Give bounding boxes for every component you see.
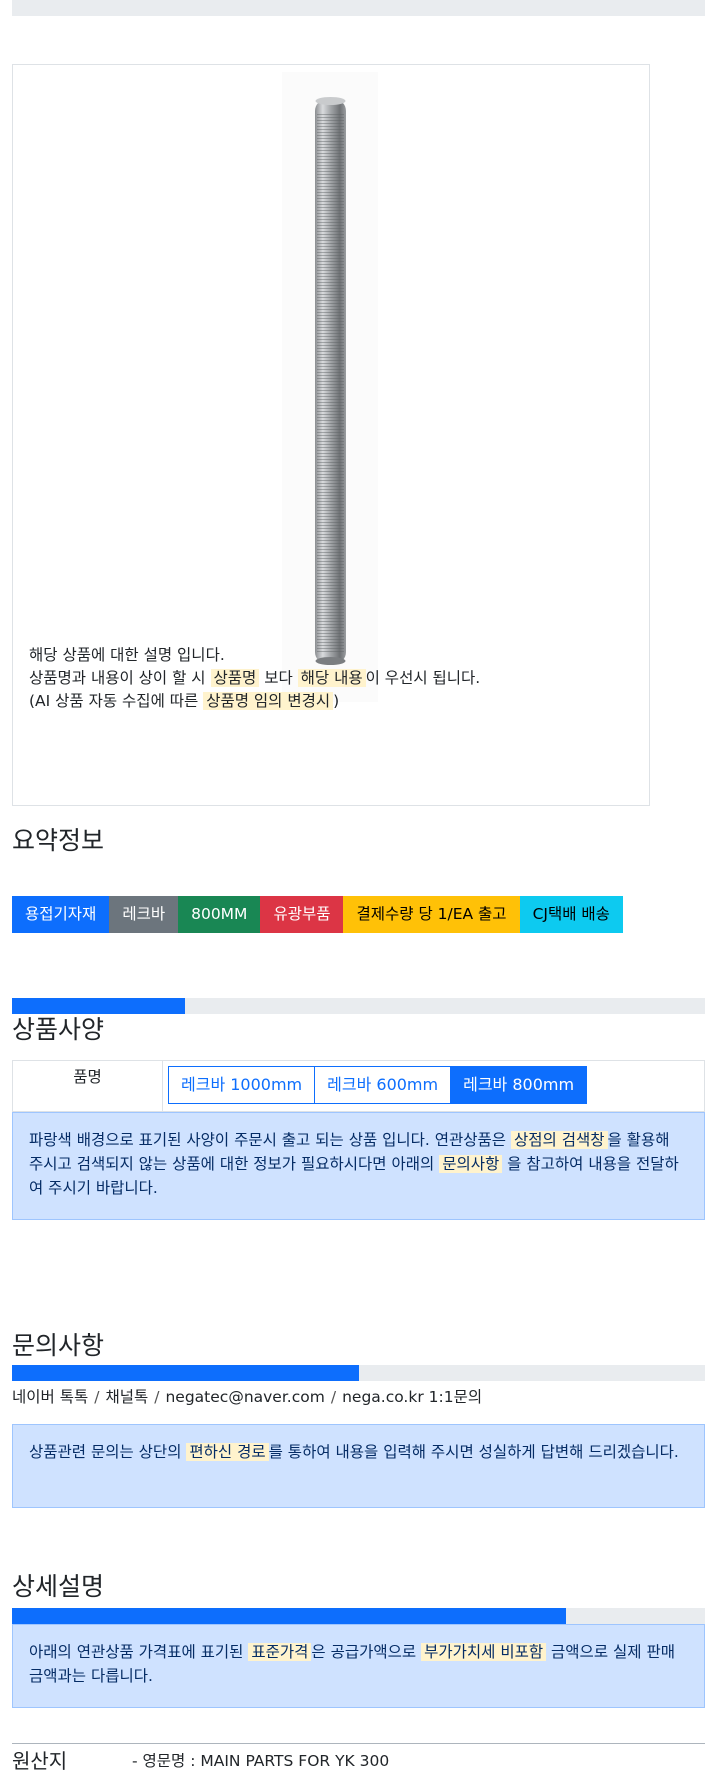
highlight: 상품명 xyxy=(210,669,260,687)
product-description-line-3: (AI 상품 자동 수집에 따른 상품명 임의 변경시) xyxy=(29,692,340,710)
detail-progress-fill xyxy=(12,1608,567,1624)
contact-channeltalk[interactable]: 채널톡 xyxy=(105,1388,148,1406)
product-description-line-1: 해당 상품에 대한 설명 입니다. xyxy=(29,646,225,664)
spec-option-1000mm[interactable]: 레크바 1000mm xyxy=(168,1066,316,1104)
highlight: 문의사항 xyxy=(439,1155,503,1173)
badge-shipping: CJ택배 배송 xyxy=(519,896,623,933)
inquiry-notice: 상품관련 문의는 상단의 편하신 경로 를 통하여 내용을 입력해 주시면 성실하… xyxy=(12,1424,705,1508)
spec-name-label: 품명 xyxy=(13,1061,163,1111)
spec-option-800mm[interactable]: 레크바 800mm xyxy=(450,1066,588,1104)
badge-finish: 유광부품 xyxy=(260,896,344,933)
top-progress-track xyxy=(12,0,705,16)
contact-email[interactable]: negatec@naver.com xyxy=(165,1388,324,1406)
highlight: 상품명 임의 변경시 xyxy=(203,692,334,710)
detail-title: 상세설명 xyxy=(12,1572,105,1601)
spec-title: 상품사양 xyxy=(12,1015,105,1044)
summary-badges: 용접기자재 레크바 800MM 유광부품 결제수량 당 1/EA 출고 CJ택배… xyxy=(12,896,623,933)
spec-options: 레크바 1000mm 레크바 600mm 레크바 800mm xyxy=(168,1066,588,1104)
product-description-line-2: 상품명과 내용이 상이 할 시 상품명 보다 해당 내용 이 우선시 됩니다. xyxy=(29,669,481,687)
origin-value: - 영문명 : MAIN PARTS FOR YK 300 xyxy=(132,1752,390,1770)
contact-website-inquiry[interactable]: nega.co.kr 1:1문의 xyxy=(342,1388,482,1406)
badge-product-type: 레크바 xyxy=(109,896,179,933)
inquiry-title: 문의사항 xyxy=(12,1331,105,1360)
spec-option-600mm[interactable]: 레크바 600mm xyxy=(314,1066,452,1104)
highlight: 표준가격 xyxy=(248,1643,312,1661)
spec-table: 품명 레크바 1000mm 레크바 600mm 레크바 800mm xyxy=(12,1060,705,1112)
highlight: 부가가치세 비포함 xyxy=(421,1643,547,1661)
spec-progress-fill xyxy=(12,998,186,1014)
inquiry-progress-fill xyxy=(12,1365,359,1381)
origin-divider xyxy=(12,1743,705,1744)
badge-length: 800MM xyxy=(178,896,261,933)
spec-progress-bar xyxy=(12,998,705,1014)
highlight: 해당 내용 xyxy=(297,669,366,687)
origin-label: 원산지 xyxy=(12,1749,68,1773)
badge-category: 용접기자재 xyxy=(12,896,110,933)
detail-progress-bar xyxy=(12,1608,705,1624)
product-image xyxy=(282,72,378,702)
summary-title: 요약정보 xyxy=(12,826,105,855)
detail-notice: 아래의 연관상품 가격표에 표기된 표준가격 은 공급가액으로 부가가치세 비포함… xyxy=(12,1624,705,1708)
highlight: 편하신 경로 xyxy=(186,1443,269,1461)
badge-quantity: 결제수량 당 1/EA 출고 xyxy=(343,896,520,933)
contact-links: 네이버 톡톡 / 채널톡 / negatec@naver.com / nega.co.kr … xyxy=(12,1388,483,1406)
spec-notice: 파랑색 배경으로 표기된 사양이 주문시 출고 되는 상품 입니다. 연관상품은… xyxy=(12,1112,705,1220)
highlight: 상점의 검색창 xyxy=(511,1131,608,1149)
inquiry-progress-bar xyxy=(12,1365,705,1381)
contact-naver-talktalk[interactable]: 네이버 톡톡 xyxy=(12,1388,88,1406)
